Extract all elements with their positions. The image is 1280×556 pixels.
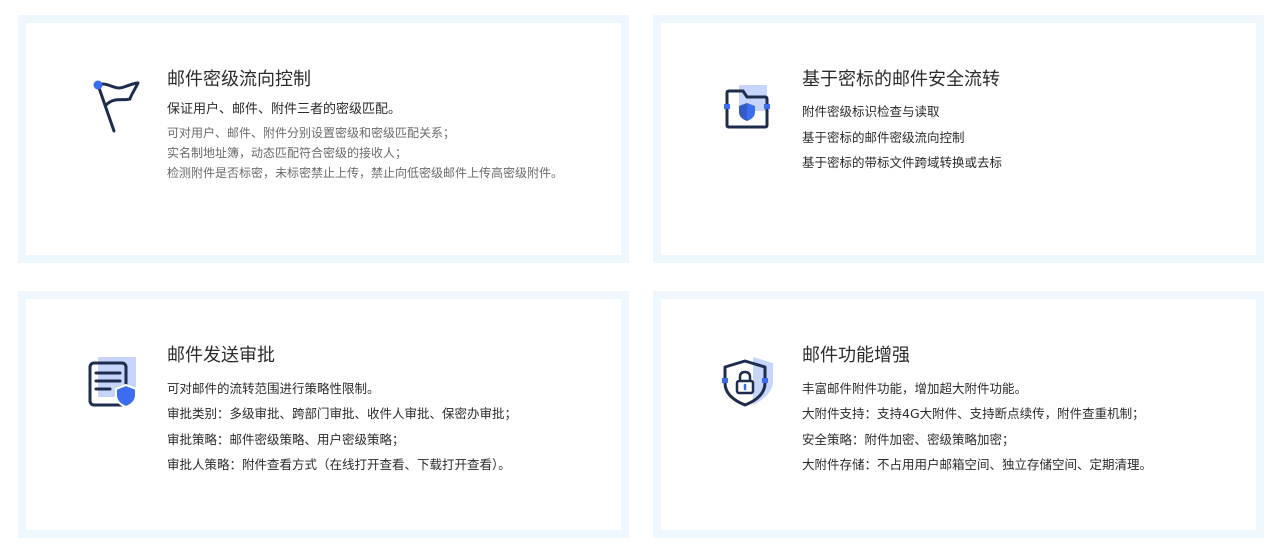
card-line: 实名制地址簿，动态匹配符合密级的接收人；	[167, 146, 408, 160]
card-line: 附件密级标识检查与读取	[802, 104, 940, 119]
card-line: 大附件支持：支持4G大附件、支持断点续传，附件查重机制；	[802, 406, 1145, 421]
feature-card-mail-enhancement: 邮件功能增强 丰富邮件附件功能，增加超大附件功能。 大附件支持：支持4G大附件、…	[653, 291, 1264, 538]
card-line: 安全策略：附件加密、密级策略加密；	[802, 431, 1015, 447]
document-shield-icon	[84, 349, 144, 413]
card-title: 基于密标的邮件安全流转	[802, 69, 1000, 90]
card-content: 邮件发送审批 可对邮件的流转范围进行策略性限制。 审批类别：多级审批、跨部门审批…	[167, 343, 609, 478]
feature-card-send-approval: 邮件发送审批 可对邮件的流转范围进行策略性限制。 审批类别：多级审批、跨部门审批…	[18, 291, 629, 538]
card-line: 审批策略：邮件密级策略、用户密级策略；	[167, 431, 405, 447]
card-title: 邮件功能增强	[802, 345, 910, 366]
card-lines: 附件密级标识检查与读取 基于密标的邮件密级流向控制 基于密标的带标文件跨域转换或…	[802, 99, 1244, 176]
feature-card-classification-flow: 邮件密级流向控制 保证用户、邮件、附件三者的密级匹配。 可对用户、邮件、附件分别…	[18, 15, 629, 263]
card-line: 审批类别：多级审批、跨部门审批、收件人审批、保密办审批；	[167, 406, 518, 421]
card-line: 检测附件是否标密，未标密禁止上传，禁止向低密级邮件上传高密级附件。	[167, 166, 564, 180]
feature-card-secure-mail-flow: 基于密标的邮件安全流转 附件密级标识检查与读取 基于密标的邮件密级流向控制 基于…	[653, 15, 1264, 263]
card-lead: 保证用户、邮件、附件三者的密级匹配。	[167, 102, 402, 117]
card-content: 邮件功能增强 丰富邮件附件功能，增加超大附件功能。 大附件支持：支持4G大附件、…	[802, 343, 1244, 478]
card-lead: 丰富邮件附件功能，增加超大附件功能。	[802, 381, 1028, 396]
card-line: 基于密标的带标文件跨域转换或去标	[802, 155, 1003, 170]
card-content: 邮件密级流向控制 保证用户、邮件、附件三者的密级匹配。 可对用户、邮件、附件分别…	[167, 67, 609, 183]
shield-lock-icon	[719, 349, 779, 413]
card-title: 邮件密级流向控制	[167, 69, 311, 90]
secure-folder-icon	[719, 73, 779, 137]
card-line: 可对用户、邮件、附件分别设置密级和密级匹配关系；	[167, 126, 456, 140]
card-title: 邮件发送审批	[167, 345, 275, 366]
card-line: 基于密标的邮件密级流向控制	[802, 129, 965, 145]
card-line: 大附件存储：不占用用户邮箱空间、独立存储空间、定期清理。	[802, 457, 1153, 472]
card-lead: 可对邮件的流转范围进行策略性限制。	[167, 381, 380, 396]
card-content: 基于密标的邮件安全流转 附件密级标识检查与读取 基于密标的邮件密级流向控制 基于…	[802, 67, 1244, 176]
card-lines: 可对用户、邮件、附件分别设置密级和密级匹配关系； 实名制地址簿，动态匹配符合密级…	[167, 123, 609, 183]
flag-icon	[84, 73, 144, 137]
card-lines: 审批类别：多级审批、跨部门审批、收件人审批、保密办审批； 审批策略：邮件密级策略…	[167, 401, 609, 478]
card-lines: 大附件支持：支持4G大附件、支持断点续传，附件查重机制； 安全策略：附件加密、密…	[802, 401, 1244, 478]
card-line: 审批人策略：附件查看方式（在线打开查看、下载打开查看）。	[167, 457, 511, 472]
